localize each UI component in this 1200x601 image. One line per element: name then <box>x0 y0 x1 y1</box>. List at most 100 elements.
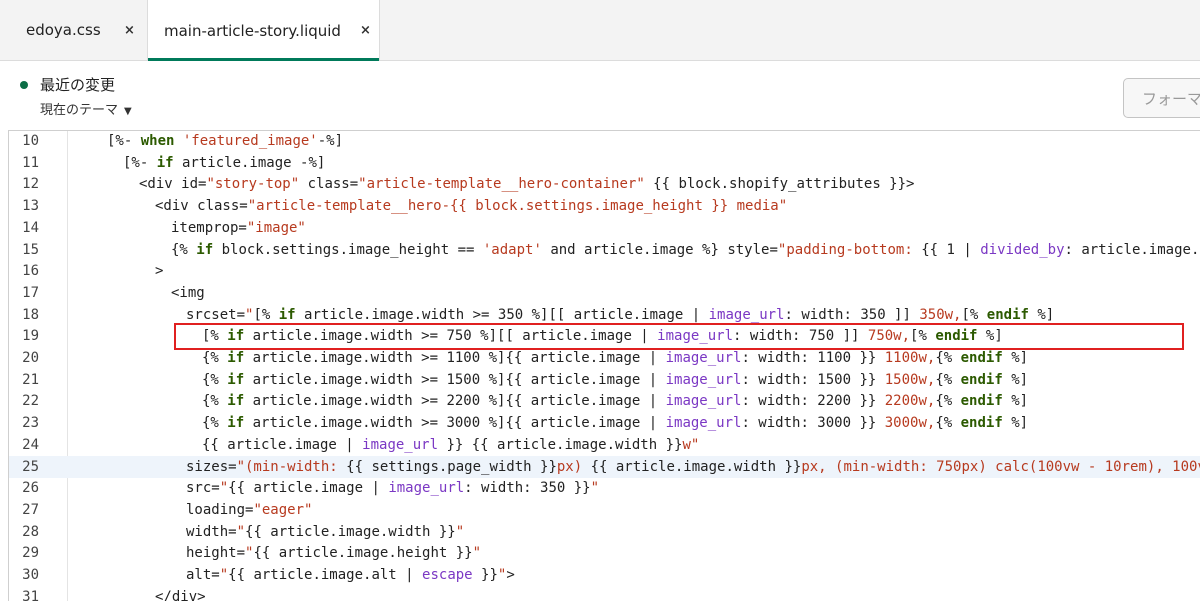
code-token: [%- <box>123 154 157 171</box>
code-line[interactable]: 12 <div id="story-top" class="article-tem… <box>9 173 1200 195</box>
code-line[interactable]: 17 <img <box>9 282 1200 304</box>
code-token: "article-template__hero-{{ block.setting… <box>247 198 788 215</box>
code-token: endif <box>960 350 1003 366</box>
code-token: loading= <box>186 501 254 518</box>
code-token: article.image.width >= 2200 %]{{ article… <box>244 393 666 410</box>
code-token: 'adapt' <box>482 241 542 258</box>
code-line[interactable]: 31 </div> <box>9 586 1200 601</box>
code-token: if <box>227 350 245 366</box>
code-token: {% <box>935 371 961 388</box>
code-token: when <box>140 133 175 149</box>
code-token: " <box>219 567 229 583</box>
code-line[interactable]: 11 [%- if article.image -%] <box>9 152 1200 174</box>
code-token: article.image.width >= 3000 %]{{ article… <box>244 415 666 432</box>
code-token: > <box>155 263 164 280</box>
code-token: %] <box>1002 393 1029 410</box>
line-number: 31 <box>22 588 39 601</box>
code-token: <div id= <box>139 176 207 193</box>
code-token: {% <box>202 371 228 388</box>
tab-bar: edoya.css × main-article-story.liquid × <box>0 0 1200 61</box>
code-token: : width: 350 }} <box>464 480 591 497</box>
code-line[interactable]: 27 loading="eager" <box>9 499 1200 521</box>
code-text: <div class="article-template__hero-{{ bl… <box>155 195 787 217</box>
code-token: 2200w, <box>884 393 936 410</box>
code-token: endif <box>986 306 1029 323</box>
code-line[interactable]: 20 {% if article.image.width >= 1100 %]{{… <box>9 347 1200 369</box>
theme-select[interactable]: 現在のテーマ ▼ <box>40 99 132 118</box>
code-editor[interactable]: 10 [%- when 'featured_image'-%] 11 [%- if a… <box>8 130 1200 601</box>
code-line[interactable]: 24 {{ article.image | image_url }} {{ art… <box>9 434 1200 456</box>
code-token: : width: 3000 }} <box>741 415 885 432</box>
code-text: alt="{{ article.image.alt | escape }}"> <box>186 564 515 586</box>
tab-main-article-story[interactable]: main-article-story.liquid × <box>147 0 380 61</box>
code-token: : width: 2200 }} <box>741 393 885 410</box>
recent-changes-label: 最近の変更 <box>40 76 116 94</box>
close-icon[interactable]: × <box>360 23 371 38</box>
code-token: endif <box>960 415 1003 432</box>
close-icon[interactable]: × <box>124 23 135 38</box>
code-line[interactable]: 21 {% if article.image.width >= 1500 %]{{… <box>9 369 1200 391</box>
code-line[interactable]: 14 itemprop="image" <box>9 217 1200 239</box>
code-line[interactable]: 18 srcset="[% if article.image.width >= 3… <box>9 304 1200 326</box>
code-token: {% <box>202 415 228 432</box>
code-token: %] <box>1028 306 1055 323</box>
tab-label: edoya.css <box>26 21 101 39</box>
code-line[interactable]: 29 height="{{ article.image.height }}" <box>9 542 1200 564</box>
code-token: article.image.width >= 350 %][[ article.… <box>295 306 709 323</box>
code-token: [% <box>961 306 987 323</box>
format-button[interactable]: フォーマ <box>1123 78 1200 118</box>
code-token: 1100w, <box>884 350 936 366</box>
line-number: 12 <box>22 176 39 193</box>
code-token: [%- <box>107 133 141 149</box>
line-number: 22 <box>22 393 39 410</box>
code-line[interactable]: 25 sizes="(min-width: {{ settings.page_wi… <box>9 455 1200 478</box>
code-token: " <box>590 480 600 497</box>
code-token: endif <box>960 371 1003 388</box>
line-number: 17 <box>22 284 39 301</box>
code-text: src="{{ article.image | image_url: width… <box>186 477 599 499</box>
code-token: {% <box>935 393 961 410</box>
code-line[interactable]: 13 <div class="article-template__hero-{{ … <box>9 195 1200 217</box>
code-text: <div id="story-top" class="article-templ… <box>139 173 914 195</box>
code-line[interactable]: 16 > <box>9 260 1200 282</box>
line-number: 24 <box>22 436 39 453</box>
code-line[interactable]: 22 {% if article.image.width >= 2200 %]{{… <box>9 390 1200 412</box>
code-text: [%- when 'featured_image'-%] <box>107 131 343 152</box>
code-line[interactable]: 19 [% if article.image.width >= 750 %][[ … <box>9 325 1200 347</box>
code-text: {% if article.image.width >= 2200 %]{{ a… <box>202 390 1028 412</box>
code-text: {{ article.image | image_url }} {{ artic… <box>202 434 699 456</box>
code-token: width= <box>186 523 237 540</box>
code-token: {{ article.image | <box>228 480 389 497</box>
code-token: " <box>236 523 246 540</box>
code-token: : width: 1100 }} <box>741 350 885 366</box>
code-token: " <box>219 480 229 497</box>
code-token: image_url <box>665 415 742 432</box>
tab-edoya-css[interactable]: edoya.css × <box>0 0 147 60</box>
code-token: if <box>278 306 296 323</box>
code-line[interactable]: 30 alt="{{ article.image.alt | escape }}"… <box>9 564 1200 586</box>
code-token: and article.image %} style= <box>541 241 778 258</box>
code-token: src= <box>186 480 220 497</box>
code-text: sizes="(min-width: {{ settings.page_widt… <box>186 456 1200 478</box>
code-token: endif <box>935 328 978 345</box>
code-text: > <box>155 260 163 282</box>
code-line[interactable]: 26 src="{{ article.image | image_url: wid… <box>9 477 1200 499</box>
code-token: " <box>455 523 465 540</box>
code-line[interactable]: 28 width="{{ article.image.width }}" <box>9 521 1200 543</box>
line-number: 11 <box>22 154 39 171</box>
code-text: [% if article.image.width >= 750 %][[ ar… <box>202 325 1003 347</box>
line-number: 21 <box>22 371 39 388</box>
code-line[interactable]: 10 [%- when 'featured_image'-%] <box>9 131 1200 152</box>
code-text: {% if article.image.width >= 1500 %]{{ a… <box>202 369 1028 391</box>
code-token: image_url <box>665 350 742 366</box>
line-number: 30 <box>22 567 39 583</box>
code-line[interactable]: 15 {% if block.settings.image_height == '… <box>9 239 1200 261</box>
code-token: %] <box>1002 371 1029 388</box>
code-line[interactable]: 23 {% if article.image.width >= 3000 %]{{… <box>9 412 1200 434</box>
line-number: 27 <box>22 501 39 518</box>
code-token: [% <box>202 328 228 345</box>
code-token: endif <box>960 393 1003 410</box>
code-token: if <box>227 371 245 388</box>
code-text: [%- if article.image -%] <box>123 152 325 174</box>
code-token: <div class= <box>155 198 248 215</box>
